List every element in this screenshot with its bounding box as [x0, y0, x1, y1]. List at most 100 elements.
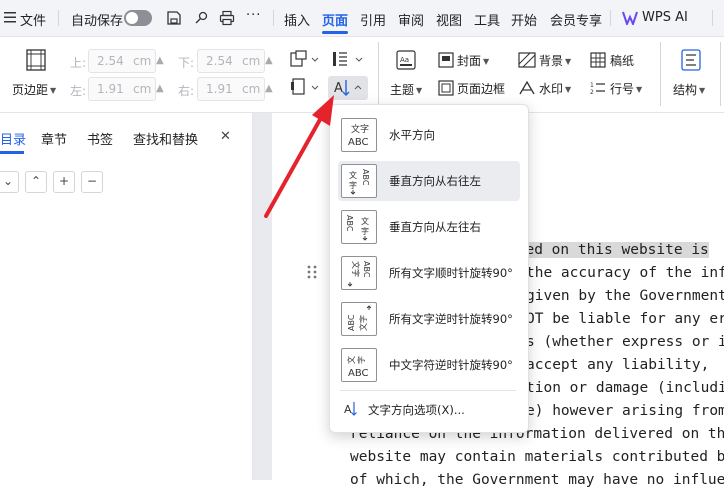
save-icon[interactable]	[166, 10, 182, 29]
text-direction-icon: A	[333, 78, 365, 101]
page-border-button[interactable]: 页面边框	[457, 80, 505, 97]
document-line[interactable]: of which, the Government may have no inf…	[350, 472, 724, 488]
ribbon-separator	[378, 42, 379, 106]
svg-text:ABC: ABC	[348, 368, 369, 379]
menu-separator	[58, 10, 59, 26]
document-line[interactable]: s (whether express or in	[526, 334, 724, 350]
hamburger-icon[interactable]	[4, 10, 16, 24]
drag-handle-icon[interactable]	[307, 264, 317, 283]
line-number-icon[interactable]: 12	[590, 80, 606, 99]
background-button[interactable]: 背景 ▼	[539, 52, 571, 69]
menu-item-vertical-ltr[interactable]: ABC 文字 垂直方向从左往右	[338, 207, 520, 247]
draft-paper-icon[interactable]	[590, 52, 606, 71]
tab-chapters[interactable]: 章节	[41, 129, 67, 148]
top-margin-field[interactable]: 2.54 cm	[88, 49, 156, 73]
margins-icon[interactable]	[26, 49, 46, 74]
svg-text:ABC: ABC	[348, 137, 369, 148]
right-margin-label: 右:	[178, 84, 195, 98]
left-margin-label: 左:	[70, 84, 87, 98]
menu-item-rotate-clockwise[interactable]: ABC 文字 所有文字顺时针旋转90°	[338, 253, 520, 293]
wps-ai-button[interactable]: WPS AI	[642, 10, 688, 25]
menu-separator	[712, 10, 713, 26]
watermark-icon[interactable]	[518, 80, 536, 99]
right-margin-field[interactable]: 1.91 cm	[197, 77, 265, 101]
wps-ai-icon	[622, 11, 638, 28]
file-menu[interactable]: 文件	[20, 10, 46, 29]
ribbon-separator	[660, 42, 661, 106]
menu-separator	[610, 10, 611, 26]
tab-member[interactable]: 会员专享	[550, 10, 602, 29]
document-line[interactable]: website may contain materials contribute…	[350, 449, 724, 465]
menu-item-cjk-rotate[interactable]: 文字 ABC 中文字符逆时针旋转90°	[338, 345, 520, 385]
svg-text:ABC: ABC	[347, 314, 356, 331]
document-line[interactable]: accept any liability,	[526, 357, 709, 373]
svg-text:2: 2	[590, 89, 594, 96]
expand-button[interactable]: ⌃	[25, 171, 47, 193]
menu-item-vertical-rtl[interactable]: ABC 文字 垂直方向从右往左	[338, 161, 520, 201]
menu-item-rotate-counterclockwise[interactable]: ABC 文字 所有文字逆时针旋转90°	[338, 299, 520, 339]
svg-text:A: A	[344, 403, 352, 416]
tab-references[interactable]: 引用	[360, 10, 386, 29]
tab-home[interactable]: 开始	[511, 10, 537, 29]
theme-icon[interactable]: Aa	[396, 50, 416, 73]
text-direction-options[interactable]: A 文字方向选项(X)...	[338, 397, 520, 423]
svg-text:Aa: Aa	[400, 56, 409, 64]
tab-page[interactable]: 页面	[322, 10, 348, 29]
active-tab-indicator	[322, 31, 348, 34]
tab-bookmarks[interactable]: 书签	[87, 129, 113, 148]
structure-icon[interactable]	[681, 49, 701, 74]
svg-text:文: 文	[346, 356, 356, 364]
tab-toc[interactable]: 目录	[0, 129, 26, 148]
stepper-icon[interactable]: ▲	[156, 55, 164, 66]
svg-text:文: 文	[349, 170, 357, 180]
navigation-pane: 目录 章节 书签 查找和替换 ✕ ⌄ ⌃ + −	[0, 113, 253, 480]
cover-icon[interactable]	[438, 52, 454, 71]
print-icon[interactable]	[219, 10, 235, 29]
cover-button[interactable]: 封面 ▼	[457, 52, 489, 69]
stepper-icon[interactable]: ▲	[265, 55, 273, 66]
add-heading-button[interactable]: +	[53, 171, 75, 193]
document-line[interactable]: OT be liable for any err	[526, 311, 724, 327]
text-direction-options-label: 文字方向选项(X)...	[368, 403, 465, 417]
orientation-icon[interactable]	[290, 50, 320, 71]
close-pane-icon[interactable]: ✕	[220, 129, 231, 144]
svg-text:字: 字	[361, 226, 369, 236]
draft-paper-button[interactable]: 稿纸	[610, 52, 634, 69]
collapse-button[interactable]: ⌄	[0, 171, 19, 193]
bottom-margin-field[interactable]: 2.54 cm	[197, 49, 265, 73]
document-line[interactable]: the accuracy of the inf	[526, 265, 724, 281]
margins-button[interactable]: 页边距 ▼	[12, 81, 56, 98]
text-direction-options-icon: A	[344, 400, 362, 421]
document-line[interactable]: given by the Government	[526, 288, 724, 304]
vertical-ltr-text-icon: ABC 文字	[341, 210, 377, 244]
menu-bar: 文件 自动保存 ··· 插入 页面 引用 审阅 视图 工具 开始 会员专享 WP…	[0, 0, 724, 37]
link-icon[interactable]	[193, 10, 209, 29]
more-icon[interactable]: ···	[246, 8, 261, 23]
background-icon[interactable]	[518, 52, 536, 71]
watermark-button[interactable]: 水印 ▼	[539, 80, 571, 97]
document-line[interactable]: ided on this website is	[508, 242, 709, 258]
page-size-icon[interactable]	[290, 78, 320, 99]
tab-view[interactable]: 视图	[436, 10, 462, 29]
tab-review[interactable]: 审阅	[398, 10, 424, 29]
structure-button[interactable]: 结构 ▼	[673, 81, 705, 98]
stepper-icon[interactable]: ▲	[265, 83, 273, 94]
svg-text:文字: 文字	[358, 315, 368, 331]
document-line[interactable]: e) however arising from	[526, 403, 724, 419]
left-margin-field[interactable]: 1.91 cm	[88, 77, 156, 101]
tab-insert[interactable]: 插入	[284, 10, 310, 29]
tab-find-replace[interactable]: 查找和替换	[133, 129, 198, 148]
document-line[interactable]: tion or damage (includin	[526, 380, 724, 396]
text-direction-button[interactable]: A	[328, 76, 368, 100]
theme-button[interactable]: 主题 ▼	[390, 81, 422, 98]
rotate-clockwise-text-icon: ABC 文字	[341, 256, 377, 290]
line-number-button[interactable]: 行号 ▼	[610, 80, 642, 97]
columns-icon[interactable]	[332, 50, 366, 71]
svg-text:1: 1	[590, 82, 594, 89]
page-border-icon[interactable]	[438, 80, 454, 99]
menu-item-horizontal[interactable]: 文字 ABC 水平方向	[338, 115, 520, 155]
tab-tools[interactable]: 工具	[474, 10, 500, 29]
autosave-toggle[interactable]	[124, 10, 152, 26]
stepper-icon[interactable]: ▲	[156, 83, 164, 94]
remove-heading-button[interactable]: −	[81, 171, 103, 193]
